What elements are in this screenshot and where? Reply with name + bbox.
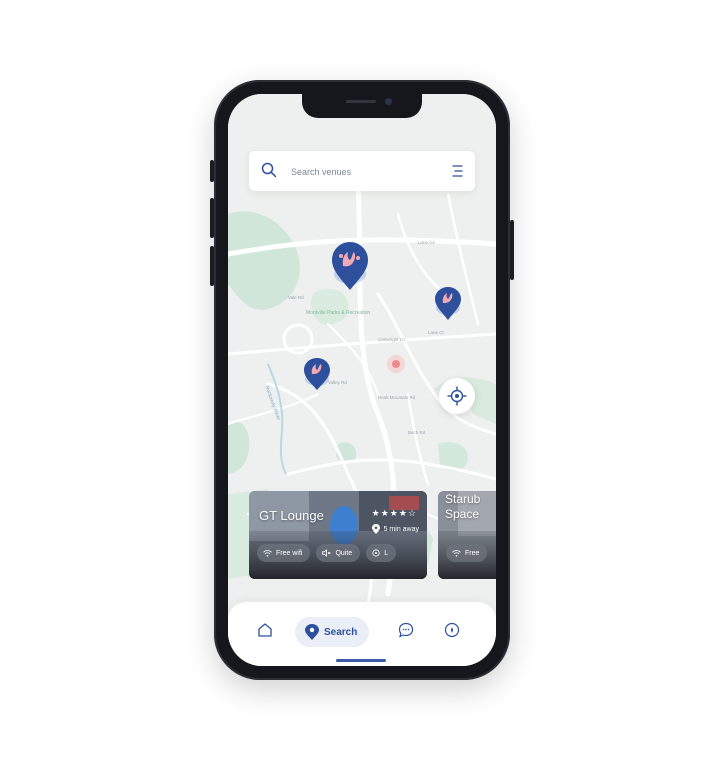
map-label-park: Montville Parks & Recreation <box>306 310 370 316</box>
wifi-icon <box>263 549 272 557</box>
amenity-chip-more: L <box>366 544 397 562</box>
front-camera <box>385 98 392 105</box>
map-label: Lane Ct <box>428 330 445 335</box>
speaker <box>346 100 376 103</box>
tab-explore[interactable] <box>444 622 460 643</box>
chat-bubble-icon <box>398 622 414 638</box>
map-label: Valley Rd <box>328 380 347 385</box>
venue-card[interactable]: GT Lounge ★★★★☆ 5 min away Free wifi Qui… <box>249 491 427 579</box>
my-location-button[interactable] <box>439 378 475 414</box>
map-label: Birch Rd <box>408 430 426 435</box>
venue-distance: 5 min away <box>371 524 419 534</box>
notch <box>302 94 422 118</box>
phone-frame: Montville Parks & Recreation Rockaway Ri… <box>210 80 514 680</box>
distance-text: 5 min away <box>383 525 419 533</box>
tab-messages[interactable] <box>398 622 414 643</box>
broadcast-icon <box>372 549 380 557</box>
search-bar[interactable] <box>249 151 475 191</box>
tab-search-label: Search <box>324 626 358 638</box>
map-label: Cartwright Ln <box>378 337 405 342</box>
amenity-chip-wifi: Free <box>446 544 488 562</box>
search-input[interactable] <box>289 161 443 183</box>
location-pin-icon <box>371 524 380 534</box>
venue-card[interactable]: Starub Space Free <box>438 491 496 579</box>
venue-title: GT Lounge <box>259 508 324 523</box>
amenity-chip-quiet: Quite <box>316 544 361 562</box>
wifi-icon <box>452 549 461 557</box>
tab-search[interactable]: Search <box>295 617 369 647</box>
map-label: Hook Mountain Rd <box>378 395 416 400</box>
venue-photo <box>249 491 427 579</box>
power-button <box>510 220 514 280</box>
screen: Montville Parks & Recreation Rockaway Ri… <box>228 94 496 666</box>
compass-icon <box>444 622 460 638</box>
map-label: Lane Cir <box>418 240 436 245</box>
home-icon <box>258 623 272 637</box>
map-pin-icon <box>305 624 319 640</box>
mute-switch <box>210 160 214 182</box>
volume-up-button <box>210 198 214 238</box>
crosshair-icon <box>447 386 467 406</box>
amenity-chip-wifi: Free wifi <box>257 544 311 562</box>
tab-home[interactable] <box>257 622 273 643</box>
amenity-chips: Free <box>446 544 488 562</box>
search-icon <box>261 162 277 178</box>
venue-title: Starub Space <box>445 492 481 521</box>
map-label: Vale Rd <box>288 295 304 300</box>
amenity-chips: Free wifi Quite L <box>257 544 397 562</box>
filter-icon[interactable] <box>452 164 463 178</box>
speaker-muted-icon <box>322 549 332 557</box>
rating-stars: ★★★★☆ <box>371 508 417 518</box>
bottom-tab-bar: Search <box>228 602 496 666</box>
home-indicator <box>336 659 386 662</box>
volume-down-button <box>210 246 214 286</box>
